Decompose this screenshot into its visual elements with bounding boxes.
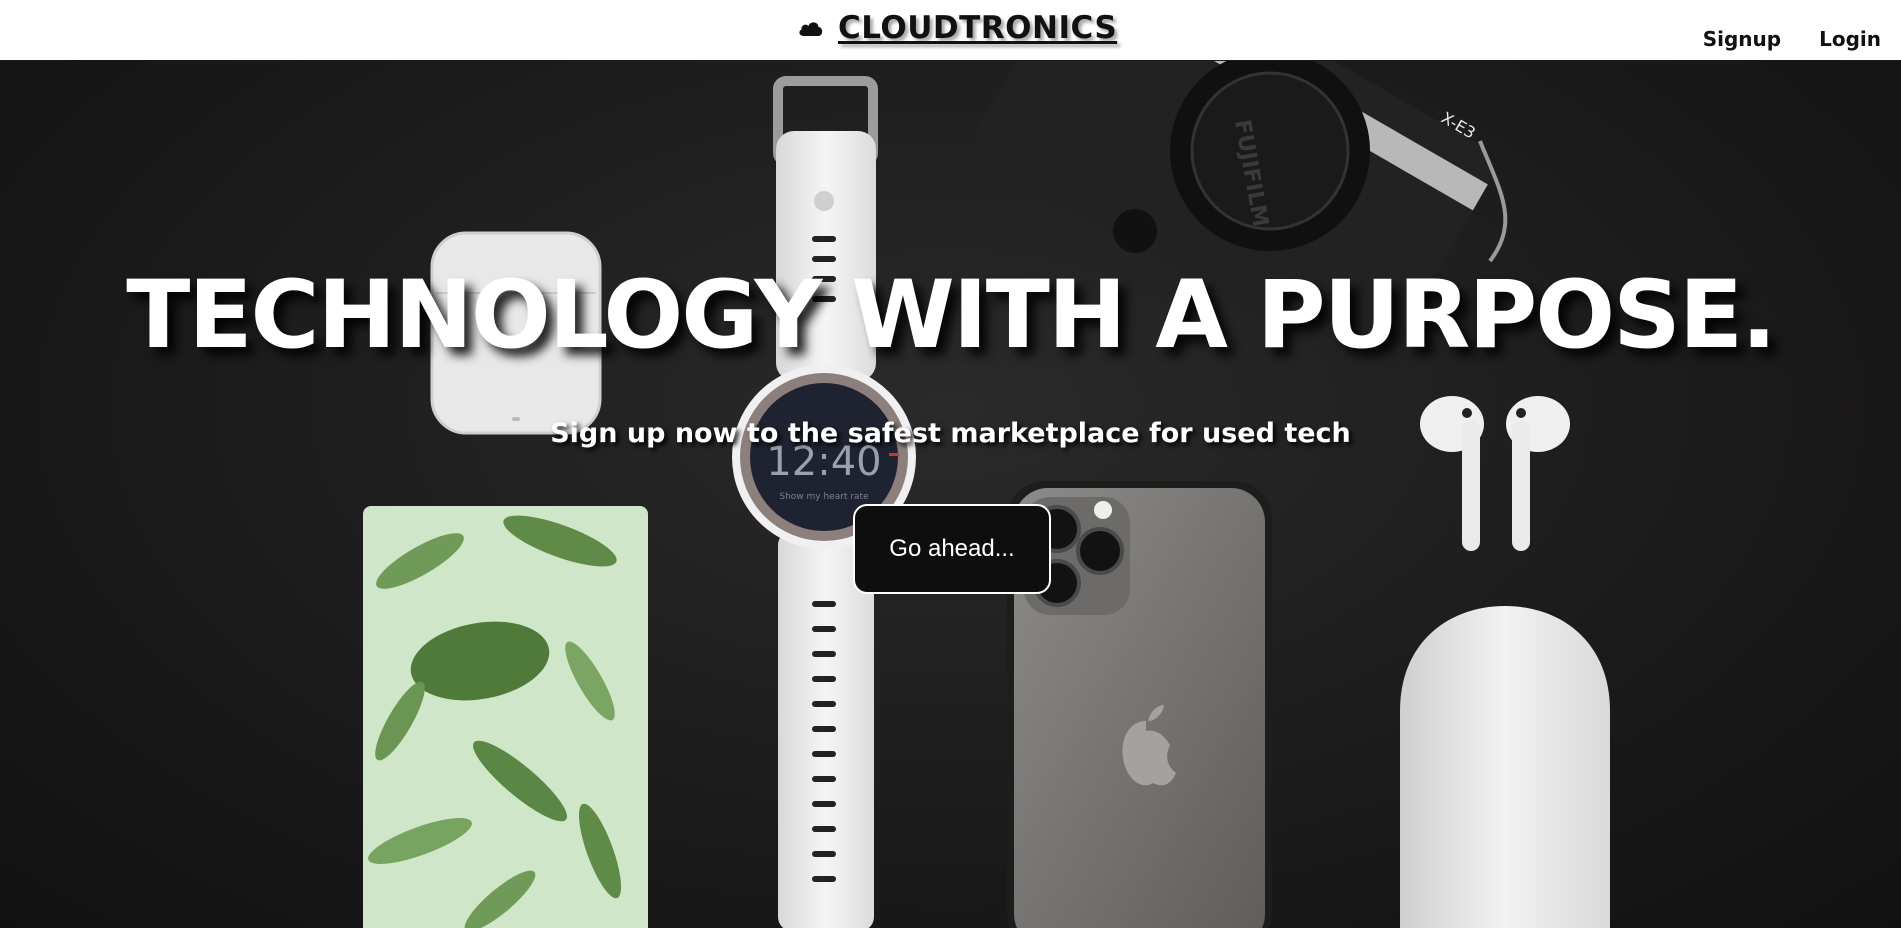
hero-title: TECHNOLOGY WITH A PURPOSE. — [126, 261, 1777, 370]
signup-link[interactable]: Signup — [1703, 27, 1781, 51]
cloud-icon — [799, 22, 823, 36]
brand-logo-link[interactable]: CLOUDTRONICS — [798, 10, 1117, 46]
watch-caption: Show my heart rate — [779, 492, 869, 502]
login-link[interactable]: Login — [1819, 27, 1881, 51]
go-ahead-button[interactable]: Go ahead... — [853, 504, 1051, 594]
top-navbar: CLOUDTRONICS Signup Login — [0, 0, 1901, 61]
brand-name: CLOUDTRONICS — [838, 10, 1118, 46]
hero-section: X-E3 FUJIFILM 12:40 Show my heart rate T… — [0, 61, 1901, 928]
hero-subtitle: Sign up now to the safest marketplace fo… — [550, 418, 1351, 449]
hero-background-image: X-E3 FUJIFILM 12:40 Show my heart rate — [363, 61, 1610, 928]
nav-links: Signup Login — [1703, 27, 1881, 51]
mouse-image — [1400, 606, 1610, 928]
notebook-image — [363, 506, 648, 928]
